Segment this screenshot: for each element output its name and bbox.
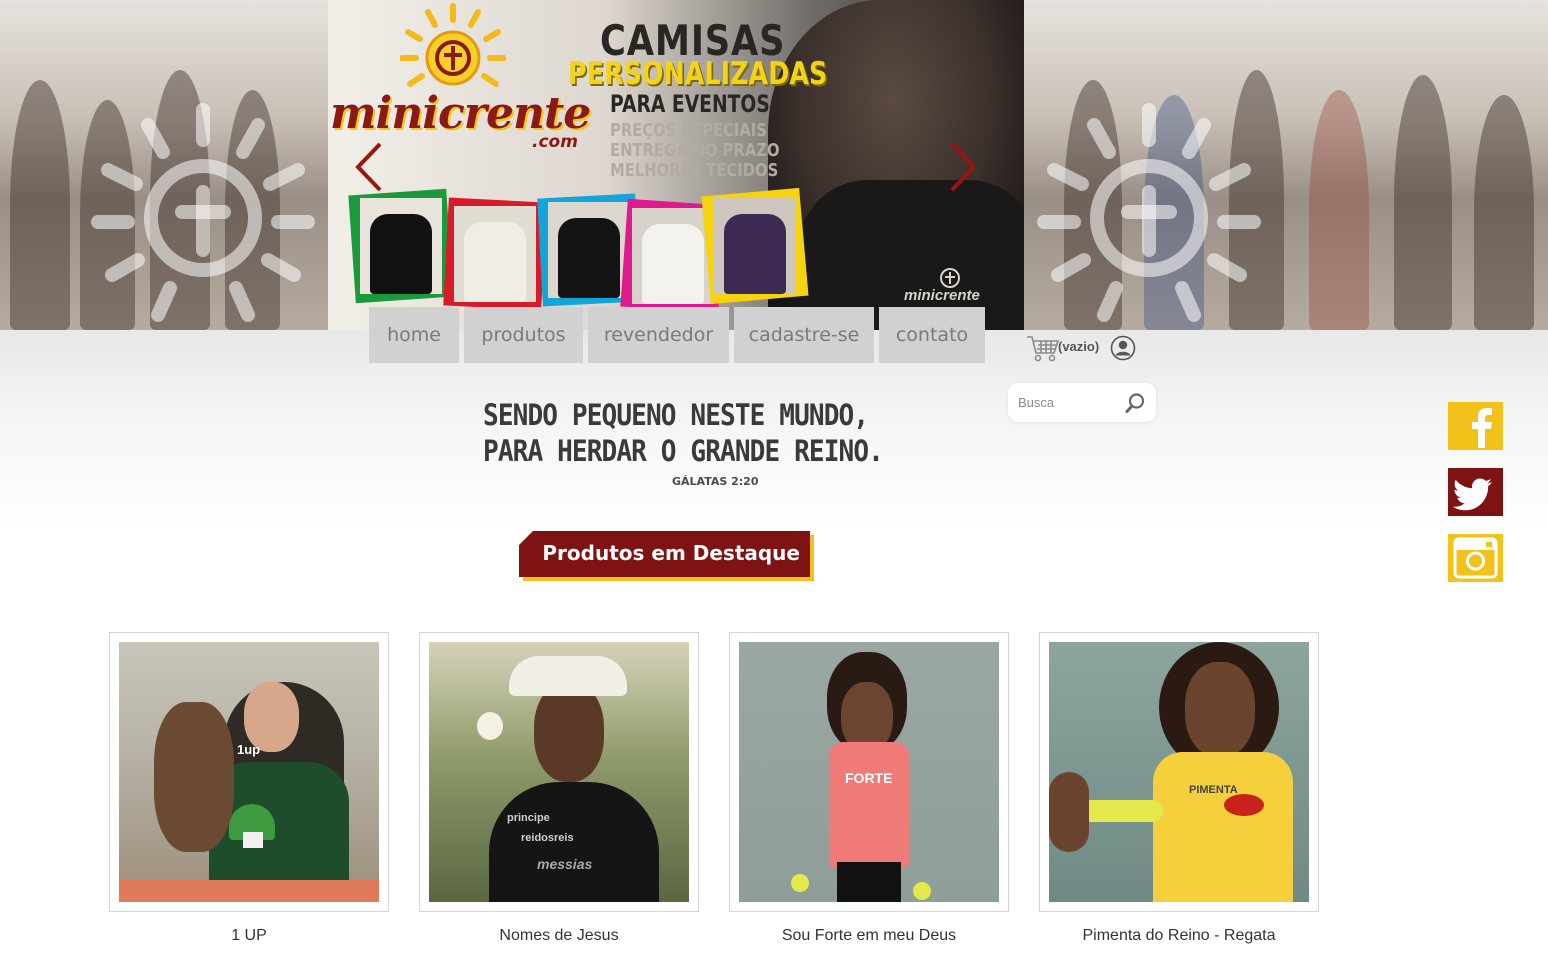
product-card-sou-forte[interactable]: FORTE bbox=[729, 632, 1009, 912]
main-nav: home produtos revendedor cadastre-se con… bbox=[369, 307, 990, 363]
search-input[interactable] bbox=[1018, 391, 1114, 413]
promo-feature: ENTREGA NO PRAZO bbox=[610, 140, 780, 161]
verse-line-1: SENDO PEQUENO NESTE MUNDO, bbox=[483, 398, 869, 432]
hero-shirt-thumbnail bbox=[348, 188, 454, 304]
shirt-watermark-text: minicrente bbox=[904, 287, 980, 304]
search-icon[interactable] bbox=[1124, 392, 1146, 414]
product-card-1up[interactable]: 1up bbox=[109, 632, 389, 912]
hero-shirt-thumbnail bbox=[701, 187, 809, 305]
logo-domain: .com bbox=[532, 132, 578, 152]
featured-title-text: Produtos em Destaque bbox=[542, 541, 800, 565]
product-image[interactable]: PIMENTA bbox=[1049, 642, 1309, 902]
instagram-link[interactable] bbox=[1448, 534, 1503, 582]
hero-right-backdrop bbox=[1024, 0, 1548, 330]
product-name[interactable]: Nomes de Jesus bbox=[419, 927, 699, 945]
product-name[interactable]: Pimenta do Reino - Regata bbox=[1039, 927, 1319, 945]
product-card-pimenta-do-reino[interactable]: PIMENTA bbox=[1039, 632, 1319, 912]
cart-status[interactable]: (vazio) bbox=[1058, 339, 1099, 354]
nav-home[interactable]: home bbox=[369, 307, 459, 363]
carousel-next-arrow-icon[interactable] bbox=[948, 140, 978, 194]
product-name[interactable]: 1 UP bbox=[109, 927, 389, 945]
minicrente-sun-logo-icon bbox=[400, 3, 506, 87]
promo-feature: PREÇOS ESPECIAIS bbox=[610, 120, 767, 141]
nav-produtos[interactable]: produtos bbox=[464, 307, 583, 363]
verse-reference: GÁLATAS 2:20 bbox=[672, 475, 759, 488]
hero-shirt-thumbnail bbox=[443, 197, 547, 311]
carousel-prev-arrow-icon[interactable] bbox=[354, 140, 384, 194]
search-box bbox=[1008, 383, 1156, 422]
product-name[interactable]: Sou Forte em meu Deus bbox=[729, 927, 1009, 945]
instagram-icon bbox=[1453, 537, 1498, 579]
promo-features: PREÇOS ESPECIAIS ENTREGA NO PRAZO MELHOR… bbox=[610, 121, 780, 181]
sun-watermark-icon bbox=[1037, 103, 1261, 322]
facebook-link[interactable] bbox=[1448, 402, 1503, 450]
promo-feature: MELHORES TECIDOS bbox=[610, 160, 779, 181]
nav-contato[interactable]: contato bbox=[879, 307, 985, 363]
twitter-icon bbox=[1452, 478, 1492, 511]
nav-cadastre-se[interactable]: cadastre-se bbox=[734, 307, 874, 363]
product-card-nomes-de-jesus[interactable]: principe reidosreis messias bbox=[419, 632, 699, 912]
product-image[interactable]: principe reidosreis messias bbox=[429, 642, 689, 902]
twitter-link[interactable] bbox=[1448, 468, 1503, 516]
user-account-icon[interactable] bbox=[1110, 335, 1136, 361]
verse-line-2: PARA HERDAR O GRANDE REINO. bbox=[483, 434, 884, 468]
shopping-cart-icon[interactable] bbox=[1026, 334, 1060, 362]
nav-revendedor[interactable]: revendedor bbox=[588, 307, 729, 363]
hero-left-backdrop bbox=[0, 0, 328, 330]
promo-subline: PARA EVENTOS bbox=[610, 90, 770, 118]
hero-banner: minicrente minicrente .com CAMISAS PERSO… bbox=[0, 0, 1548, 330]
hero-slide: minicrente minicrente .com CAMISAS PERSO… bbox=[328, 0, 1024, 330]
product-image[interactable]: FORTE bbox=[739, 642, 999, 902]
promo-highlight: PERSONALIZADAS bbox=[568, 56, 828, 92]
facebook-icon bbox=[1472, 408, 1492, 448]
featured-section-title: Produtos em Destaque bbox=[519, 531, 810, 577]
sun-watermark-icon bbox=[91, 103, 315, 322]
product-image[interactable]: 1up bbox=[119, 642, 379, 902]
